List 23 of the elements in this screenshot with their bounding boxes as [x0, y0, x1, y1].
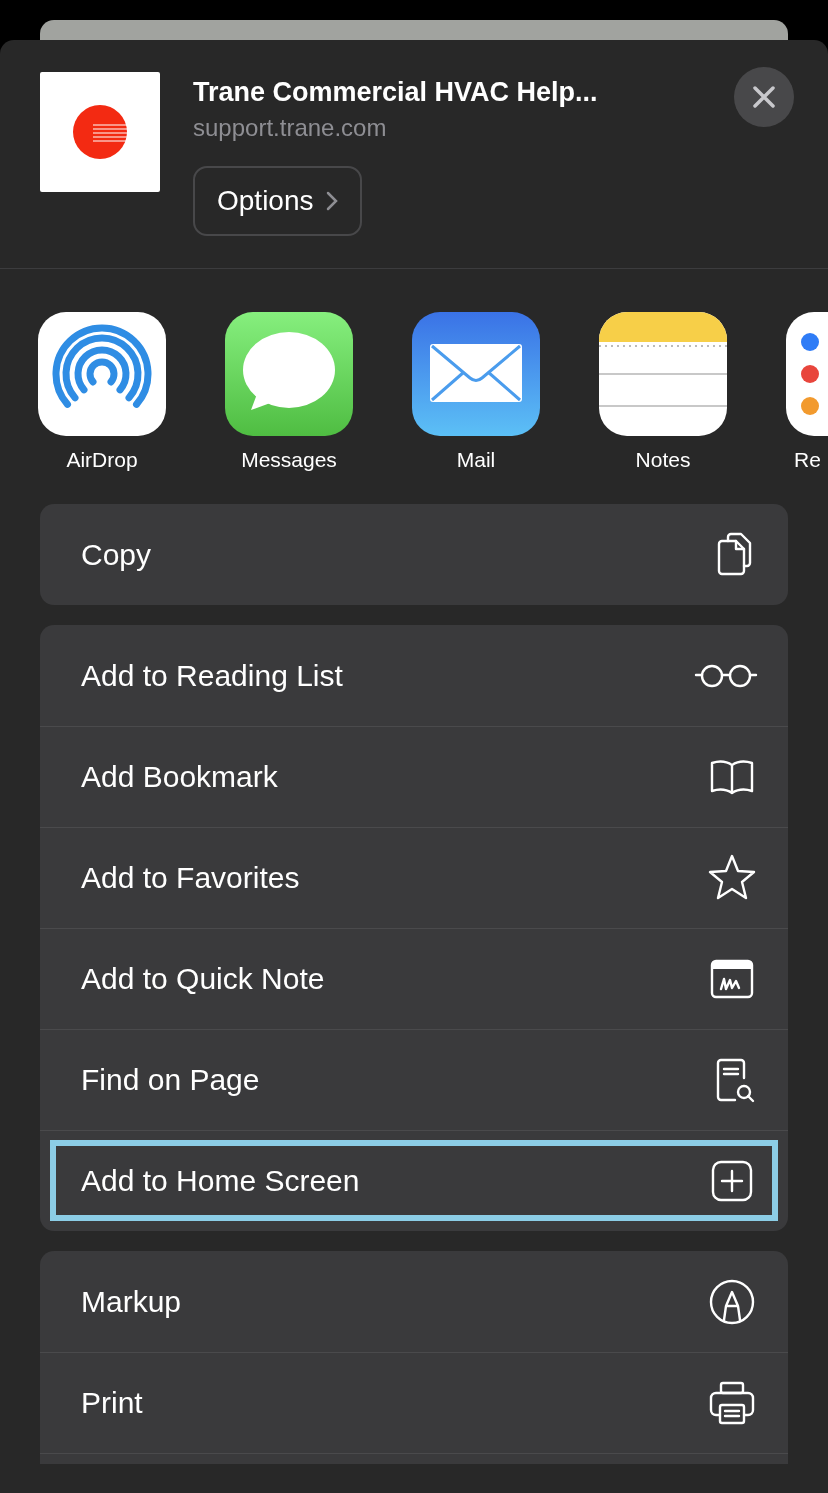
page-title: Trane Commercial HVAC Help...: [193, 77, 599, 108]
action-row[interactable]: Markup: [40, 1251, 788, 1352]
action-row[interactable]: Find on Page: [40, 1029, 788, 1130]
mail-app-icon[interactable]: [412, 312, 540, 436]
action-row[interactable]: Copy: [40, 504, 788, 605]
app-label: Messages: [241, 448, 337, 472]
close-icon: [752, 85, 776, 109]
action-row[interactable]: Add to Home Screen: [40, 1130, 788, 1231]
action-row[interactable]: Add to Reading List: [40, 625, 788, 726]
app-label: Re: [793, 448, 821, 472]
options-button[interactable]: Options: [193, 166, 362, 236]
action-row[interactable]: Add to Favorites: [40, 827, 788, 928]
airdrop-app-icon[interactable]: [38, 312, 166, 436]
action-row[interactable]: Add to Quick Note: [40, 928, 788, 1029]
app-label: AirDrop: [66, 448, 138, 472]
action-row[interactable]: Add Bookmark: [40, 726, 788, 827]
chevron-icon: [325, 191, 338, 211]
notes-app-icon[interactable]: [599, 312, 727, 436]
action-row[interactable]: Print: [40, 1352, 788, 1453]
messages-app-icon[interactable]: [225, 312, 353, 436]
page-url: support.trane.com: [193, 114, 388, 142]
app-label: Mail: [456, 448, 496, 472]
app-label: Notes: [635, 448, 691, 472]
